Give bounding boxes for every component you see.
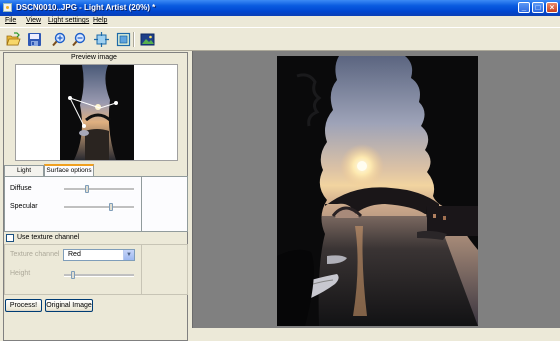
texture-channel-select[interactable]: Red ▼ xyxy=(63,249,135,261)
menu-view[interactable]: View xyxy=(26,17,41,24)
texture-channel-checkbox-label[interactable]: Use texture channel xyxy=(17,234,79,241)
preview-label: Preview image xyxy=(71,54,117,61)
actual-size-icon[interactable] xyxy=(116,32,131,47)
menu-file[interactable]: File xyxy=(5,17,16,24)
process-button[interactable]: Process! xyxy=(5,299,42,312)
specular-slider-thumb[interactable] xyxy=(109,203,113,211)
image-canvas xyxy=(192,51,560,328)
menu-bar: File View Light settings Help xyxy=(0,16,560,27)
fit-window-icon[interactable] xyxy=(94,32,109,47)
height-label: Height xyxy=(10,270,31,277)
maximize-icon[interactable]: □ xyxy=(532,2,544,13)
zoom-out-icon[interactable] xyxy=(72,32,87,47)
main-photo[interactable] xyxy=(277,56,478,326)
save-disk-icon[interactable] xyxy=(27,32,42,47)
close-icon[interactable]: × xyxy=(546,2,558,13)
surface-options-page-extension xyxy=(142,176,188,232)
menu-help[interactable]: Help xyxy=(93,17,107,24)
diffuse-label: Diffuse xyxy=(10,185,32,192)
diffuse-slider-thumb[interactable] xyxy=(85,185,89,193)
chevron-down-icon[interactable]: ▼ xyxy=(123,250,134,260)
window-title: DSCN0010..JPG - Light Artist (20%) * xyxy=(16,3,156,12)
menu-light-settings[interactable]: Light settings xyxy=(48,17,89,24)
preview-image[interactable] xyxy=(60,65,134,160)
diffuse-slider[interactable] xyxy=(64,185,134,193)
toolbar xyxy=(0,27,560,51)
open-folder-icon[interactable] xyxy=(6,32,21,47)
texture-channel-checkbox[interactable] xyxy=(6,234,14,242)
toolbar-separator xyxy=(133,32,135,47)
image-icon[interactable] xyxy=(140,32,155,47)
height-slider-thumb[interactable] xyxy=(71,271,75,279)
zoom-in-icon[interactable] xyxy=(52,32,67,47)
tab-light-sources[interactable]: Light sources xyxy=(4,165,44,184)
height-slider[interactable] xyxy=(64,271,134,279)
texture-channel-value: Red xyxy=(68,251,81,258)
title-bar: DSCN0010..JPG - Light Artist (20%) * _ □… xyxy=(0,0,560,16)
specular-label: Specular xyxy=(10,203,38,210)
specular-slider[interactable] xyxy=(64,203,134,211)
original-image-button[interactable]: Original Image xyxy=(45,299,93,312)
texture-channel-label: Texture channel xyxy=(10,251,60,258)
minimize-icon[interactable]: _ xyxy=(518,2,530,13)
settings-panel: Preview image Light Surface options Diff… xyxy=(0,51,190,341)
app-icon xyxy=(3,3,12,12)
texture-options-group-extension xyxy=(142,244,188,295)
preview-image-frame xyxy=(15,64,178,161)
